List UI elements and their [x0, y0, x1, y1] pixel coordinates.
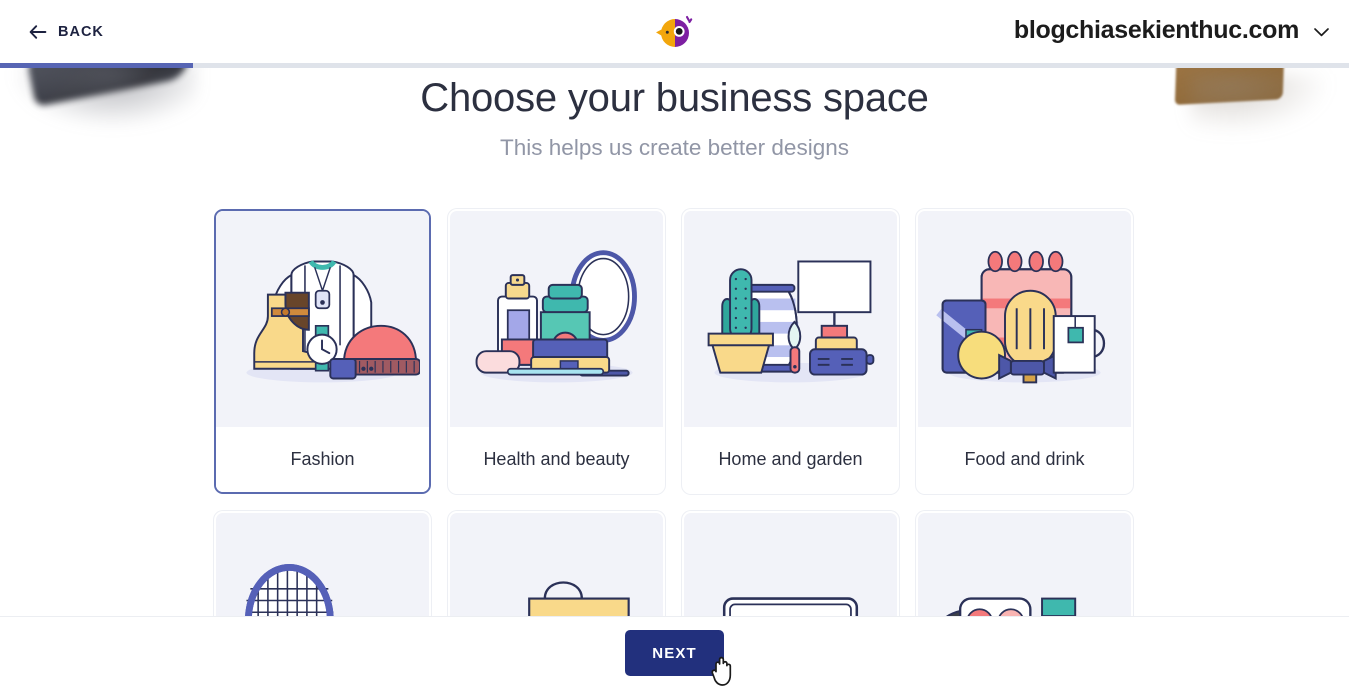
onboarding-screen: BACK blogchiasekienthuc.com Choose your … [0, 0, 1349, 695]
shopping-bag-illustration [450, 513, 663, 616]
space-card-label: Home and garden [684, 427, 897, 492]
zyro-bird-logo-icon[interactable] [652, 10, 698, 56]
space-card-food-and-drink[interactable]: Food and drink [916, 209, 1133, 494]
space-card-home-and-garden[interactable]: Home and garden [682, 209, 899, 494]
space-card-label: Health and beauty [450, 427, 663, 492]
space-card-shopping[interactable] [448, 511, 665, 616]
progress-bar-fill [0, 63, 193, 68]
page-subtitle: This helps us create better designs [500, 135, 849, 160]
account-menu[interactable]: blogchiasekienthuc.com [1014, 16, 1331, 45]
home-garden-illustration [684, 211, 897, 427]
content-scroll-area[interactable]: Choose your business space This helps us… [0, 68, 1349, 616]
fashion-illustration [216, 211, 429, 427]
chevron-down-icon [1312, 25, 1331, 37]
art-illustration [918, 513, 1131, 616]
sports-illustration [216, 513, 429, 616]
space-card-electronics[interactable] [682, 511, 899, 616]
next-button[interactable]: NEXT [625, 630, 724, 676]
electronics-illustration [684, 513, 897, 616]
space-card-label: Food and drink [918, 427, 1131, 492]
space-card-art[interactable] [916, 511, 1133, 616]
health-beauty-illustration [450, 211, 663, 427]
back-button-label: BACK [58, 24, 104, 40]
account-domain-label: blogchiasekienthuc.com [1013, 16, 1299, 44]
space-card-health-and-beauty[interactable]: Health and beauty [448, 209, 665, 494]
arrow-left-icon [28, 24, 47, 40]
food-drink-illustration [918, 211, 1131, 427]
progress-bar-track [0, 63, 1349, 68]
footer-bar: NEXT [0, 616, 1349, 695]
space-card-fashion[interactable]: Fashion [214, 209, 431, 494]
page-title: Choose your business space [420, 76, 929, 120]
top-bar: BACK blogchiasekienthuc.com [0, 0, 1349, 67]
space-card-label: Fashion [216, 427, 429, 492]
back-button[interactable]: BACK [22, 20, 110, 44]
business-space-grid: Fashion Health and beauty Home and garde… [214, 209, 1136, 616]
space-card-sports[interactable] [214, 511, 431, 616]
